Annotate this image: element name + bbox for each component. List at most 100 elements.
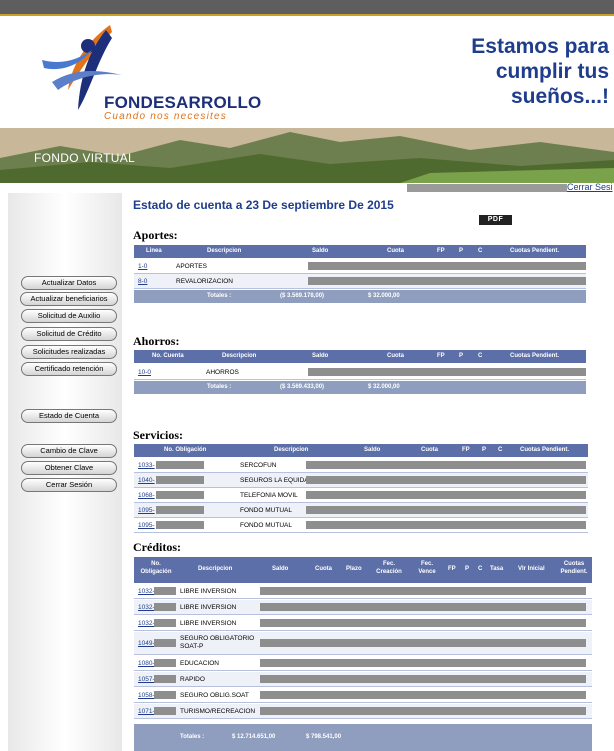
credito-link[interactable]: 1071- [138, 708, 155, 715]
col-header: P [459, 353, 464, 359]
servicio-link[interactable]: 1040- [138, 477, 155, 484]
row-description: RAPIDO [180, 676, 205, 683]
redacted-id [156, 521, 204, 529]
redacted-id [154, 659, 176, 667]
col-header: Linea [146, 248, 162, 254]
sidebar-item-solicitudes-realizadas[interactable]: Solicitudes realizadas [21, 345, 117, 359]
col-header: Cuotas Pendient. [520, 447, 570, 453]
redacted-values [260, 691, 586, 699]
row-description: FONDO MUTUAL [240, 507, 292, 514]
slogan: Estamos para cumplir tus sueños...! [471, 34, 609, 109]
col-header: Tasa [490, 566, 504, 572]
sidebar-item-actualizar-beneficiarios[interactable]: Actualizar beneficiarios [20, 292, 118, 306]
credito-link[interactable]: 1032- [138, 588, 155, 595]
sidebar-item-obtener-clave[interactable]: Obtener Clave [21, 461, 117, 475]
sidebar-item-certificado-retencion[interactable]: Certificado retención [21, 362, 117, 376]
row-description: FONDO MUTUAL [240, 522, 292, 529]
row-description: TURISMO/RECREACION [180, 708, 256, 715]
ahorros-cuenta-link[interactable]: 10-0 [138, 369, 151, 376]
col-header: C [478, 353, 483, 359]
redacted-values [306, 476, 586, 484]
redacted-values [260, 619, 586, 627]
col-header: Fec. Creación [376, 561, 402, 575]
redacted-id [156, 461, 204, 469]
page-title: Estado de cuenta a 23 De septiembre De 2… [133, 198, 394, 212]
col-header: Cuotas Pendient. [510, 248, 560, 254]
col-header: P [459, 248, 464, 254]
sidebar-item-solicitud-auxilio[interactable]: Solicitud de Auxilio [21, 309, 117, 323]
table-row: 1058- SEGURO OBLIG.SOAT [134, 688, 592, 703]
col-header: Cuota [387, 353, 404, 359]
redacted-id [154, 675, 176, 683]
servicio-link[interactable]: 1095- [138, 507, 155, 514]
aportes-linea-link[interactable]: 8-0 [138, 278, 147, 285]
servicio-link[interactable]: 1033- [138, 462, 155, 469]
row-description: SEGURO OBLIGATORIO SOAT-P [180, 635, 255, 650]
table-row: 8-0 REVALORIZACION [134, 274, 586, 289]
slogan-line-2: cumplir tus [495, 60, 609, 83]
sidebar-item-solicitud-credito[interactable]: Solicitud de Crédito [21, 327, 117, 341]
redacted-id [154, 603, 176, 611]
landscape-banner: FONDO VIRTUAL [0, 128, 614, 183]
totals-label: Totales : [207, 293, 232, 299]
row-description: TELEFONIA MOVIL [240, 492, 298, 499]
credito-link[interactable]: 1058- [138, 692, 155, 699]
table-row: 1033- SERCOFUN [134, 458, 588, 473]
row-description: EDUCACION [180, 660, 220, 667]
col-header: Plazo [346, 566, 362, 572]
row-description: LIBRE INVERSION [180, 604, 237, 611]
sidebar-item-actualizar-datos[interactable]: Actualizar Datos [21, 276, 117, 290]
redacted-values [306, 491, 586, 499]
col-header: Cuotas Pendient. [510, 353, 560, 359]
col-header: FP [448, 566, 456, 572]
sidebar-item-cerrar-sesion[interactable]: Cerrar Sesión [21, 478, 117, 492]
col-header: Cuota [421, 447, 438, 453]
section-title-creditos: Créditos: [133, 540, 181, 554]
redacted-values [306, 506, 586, 514]
aportes-linea-link[interactable]: 1-0 [138, 263, 147, 270]
redacted-id [156, 506, 204, 514]
servicios-table-header: No. Obligación Descripcion Saldo Cuota F… [134, 444, 588, 457]
total-cuota: $ 798.541,00 [306, 734, 342, 740]
sidebar: Actualizar Datos Actualizar beneficiario… [8, 193, 122, 751]
credito-link[interactable]: 1080- [138, 660, 155, 667]
col-header: Fec. Vence [418, 561, 436, 575]
redacted-id [154, 619, 176, 627]
totals-label: Totales : [207, 384, 232, 390]
col-header: Vlr Inicial [518, 566, 545, 572]
logout-link-top[interactable]: Cerrar Sesi [567, 182, 613, 192]
creditos-totals-row: Totales : $ 12.714.651,00 $ 798.541,00 [134, 724, 592, 751]
sidebar-item-cambio-clave[interactable]: Cambio de Clave [21, 444, 117, 458]
banner-label: FONDO VIRTUAL [34, 151, 136, 165]
creditos-table-header: No. Obligación Descripcion Saldo Cuota P… [134, 557, 592, 583]
servicio-link[interactable]: 1095- [138, 522, 155, 529]
pdf-button[interactable]: PDF [479, 215, 512, 225]
table-row: 1095- FONDO MUTUAL [134, 518, 588, 533]
col-header: Saldo [312, 248, 329, 254]
col-header: FP [437, 248, 445, 254]
credito-link[interactable]: 1032- [138, 620, 155, 627]
table-row: 10-0 AHORROS [134, 365, 586, 380]
redacted-values [308, 368, 586, 376]
redacted-id [154, 587, 176, 595]
totals-label: Totales : [180, 734, 205, 740]
redacted-values [260, 603, 586, 611]
table-row: 1-0 APORTES [134, 259, 586, 274]
credito-link[interactable]: 1032- [138, 604, 155, 611]
redacted-values [260, 707, 586, 715]
top-bar [0, 0, 614, 16]
credito-link[interactable]: 1057- [138, 676, 155, 683]
section-title-servicios: Servicios: [133, 428, 183, 442]
col-header: C [478, 248, 483, 254]
aportes-totals-row: Totales : ($ 3.569.178,00) $ 32.000,00 [134, 290, 586, 303]
servicio-link[interactable]: 1068- [138, 492, 155, 499]
row-description: AHORROS [206, 369, 239, 376]
table-row: 1071- TURISMO/RECREACION [134, 704, 592, 719]
sidebar-item-estado-cuenta[interactable]: Estado de Cuenta [21, 409, 117, 423]
col-header: Descripcion [207, 248, 242, 254]
credito-link[interactable]: 1049- [138, 640, 155, 647]
table-row: 1032- LIBRE INVERSION [134, 584, 592, 599]
total-saldo: ($ 3.569.178,00) [280, 293, 325, 299]
redacted-values [260, 587, 586, 595]
table-row: 1032- LIBRE INVERSION [134, 616, 592, 631]
